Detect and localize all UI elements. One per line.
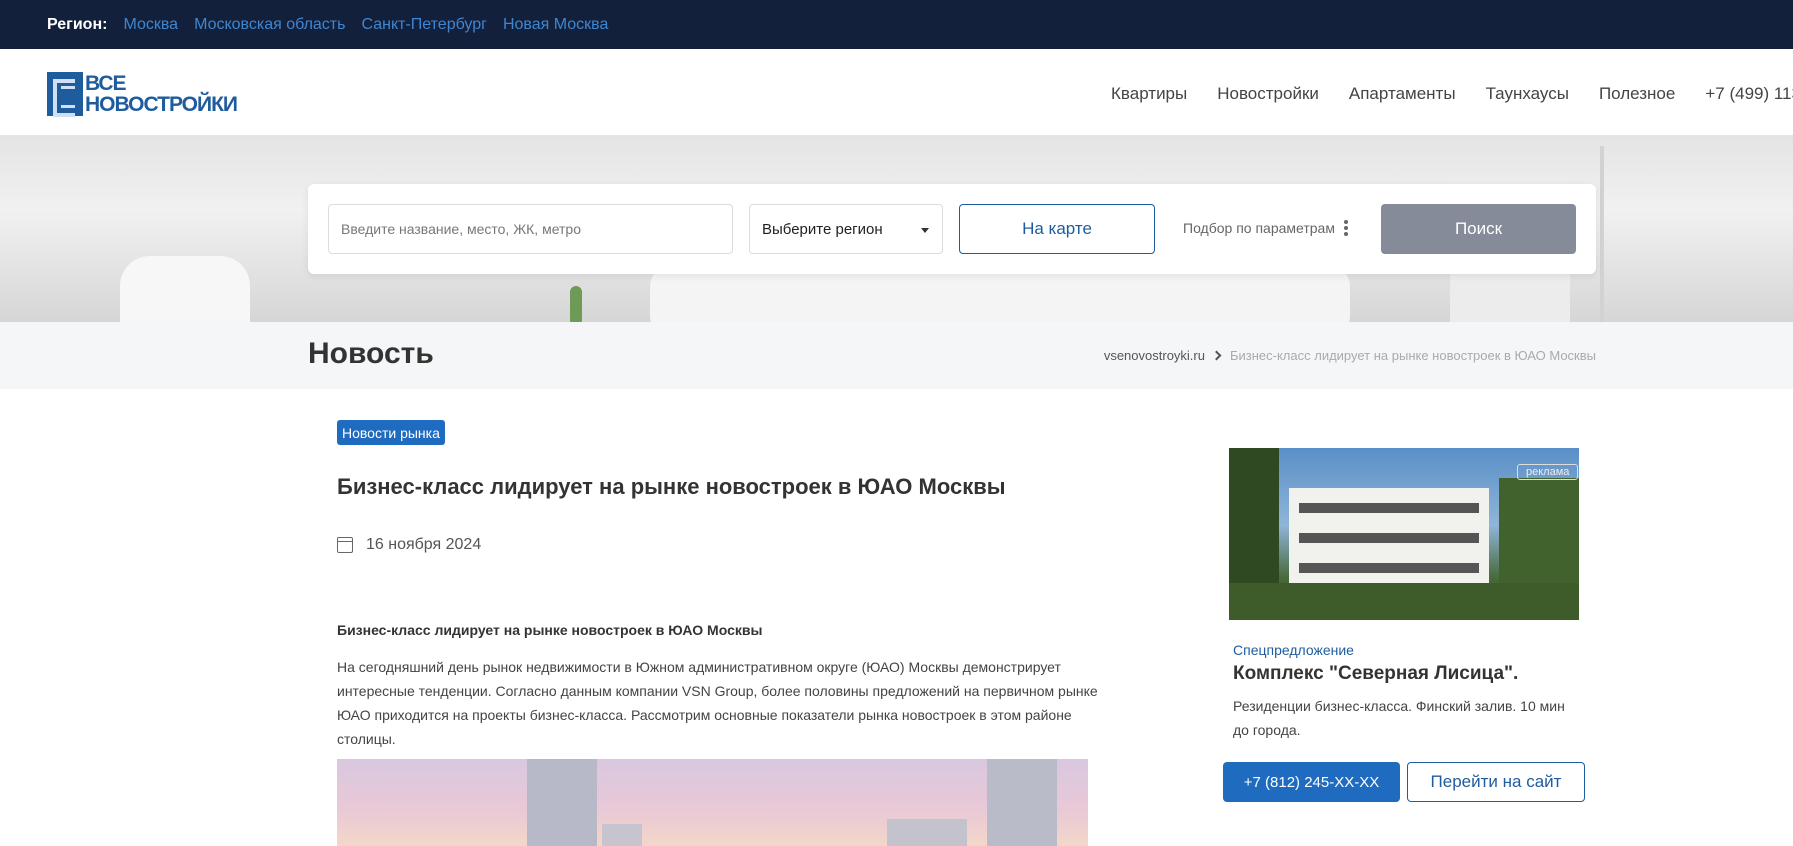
- logo-text-line1: ВСЕ: [85, 72, 127, 95]
- calendar-icon: [337, 537, 353, 553]
- ad-image[interactable]: реклама: [1229, 448, 1579, 620]
- hero-decor: [570, 286, 582, 322]
- nav-new-buildings[interactable]: Новостройки: [1217, 84, 1319, 104]
- site-logo[interactable]: ВСЕ НОВОСТРОЙКИ: [47, 72, 238, 117]
- breadcrumb-home[interactable]: vsenovostroyki.ru: [1104, 348, 1205, 363]
- logo-mark-icon: [47, 72, 83, 117]
- region-bar: Регион: Москва Московская область Санкт-…: [0, 0, 1793, 49]
- category-badge[interactable]: Новости рынка: [337, 420, 445, 445]
- hero-decor: [650, 266, 1350, 322]
- search-button[interactable]: Поиск: [1381, 204, 1576, 254]
- article-image: [337, 759, 1088, 846]
- region-label: Регион:: [47, 15, 108, 33]
- article-lead: Бизнес-класс лидирует на рынке новострое…: [337, 622, 763, 638]
- params-link[interactable]: Подбор по параметрам: [1183, 220, 1335, 236]
- hero-decor: [1600, 146, 1604, 322]
- ad-site-button[interactable]: Перейти на сайт: [1407, 762, 1585, 802]
- breadcrumb: vsenovostroyki.ru Бизнес-класс лидирует …: [1104, 348, 1596, 363]
- nav-useful[interactable]: Полезное: [1599, 84, 1675, 104]
- ad-phone-button[interactable]: +7 (812) 245-XX-XX: [1223, 762, 1400, 802]
- ad-kicker: Спецпредложение: [1233, 642, 1354, 658]
- chevron-down-icon: [921, 228, 929, 233]
- region-link-spb[interactable]: Санкт-Петербург: [361, 16, 486, 34]
- ad-title[interactable]: Комплекс "Северная Лисица".: [1233, 663, 1518, 685]
- site-header: ВСЕ НОВОСТРОЙКИ Квартиры Новостройки Апа…: [0, 49, 1793, 136]
- region-link-moscow-oblast[interactable]: Московская область: [194, 16, 345, 34]
- region-select[interactable]: Выберите регион: [749, 204, 943, 254]
- page-title-strip: Новость vsenovostroyki.ru Бизнес-класс л…: [0, 322, 1793, 389]
- breadcrumb-current: Бизнес-класс лидирует на рынке новострое…: [1229, 348, 1596, 363]
- chevron-right-icon: [1211, 350, 1222, 361]
- article-title: Бизнес-класс лидирует на рынке новострое…: [337, 474, 1006, 499]
- nav-apartments[interactable]: Квартиры: [1111, 84, 1187, 104]
- page-title: Новость: [308, 337, 434, 370]
- ad-label: реклама: [1517, 464, 1579, 480]
- ad-description: Резиденции бизнес-класса. Финский залив.…: [1233, 698, 1565, 738]
- region-link-new-moscow[interactable]: Новая Москва: [503, 16, 608, 34]
- nav-apart-hotels[interactable]: Апартаменты: [1349, 84, 1456, 104]
- region-link-moscow[interactable]: Москва: [123, 16, 178, 34]
- logo-text-line2: НОВОСТРОЙКИ: [85, 93, 238, 116]
- nav-townhouses[interactable]: Таунхаусы: [1486, 84, 1569, 104]
- search-input[interactable]: [328, 204, 733, 254]
- region-select-value: Выберите регион: [762, 220, 883, 238]
- search-panel: Выберите регион На карте Подбор по парам…: [308, 184, 1596, 274]
- article-body: На сегодняшний день рынок недвижимости в…: [337, 659, 1098, 747]
- map-button[interactable]: На карте: [959, 204, 1155, 254]
- more-vertical-icon[interactable]: [1344, 220, 1348, 236]
- hero-decor: [120, 256, 250, 322]
- main-nav: Квартиры Новостройки Апартаменты Таунхау…: [1111, 84, 1793, 104]
- article-date: 16 ноября 2024: [337, 536, 481, 554]
- nav-phone[interactable]: +7 (499) 113-: [1705, 84, 1793, 104]
- article-date-text: 16 ноября 2024: [366, 536, 482, 553]
